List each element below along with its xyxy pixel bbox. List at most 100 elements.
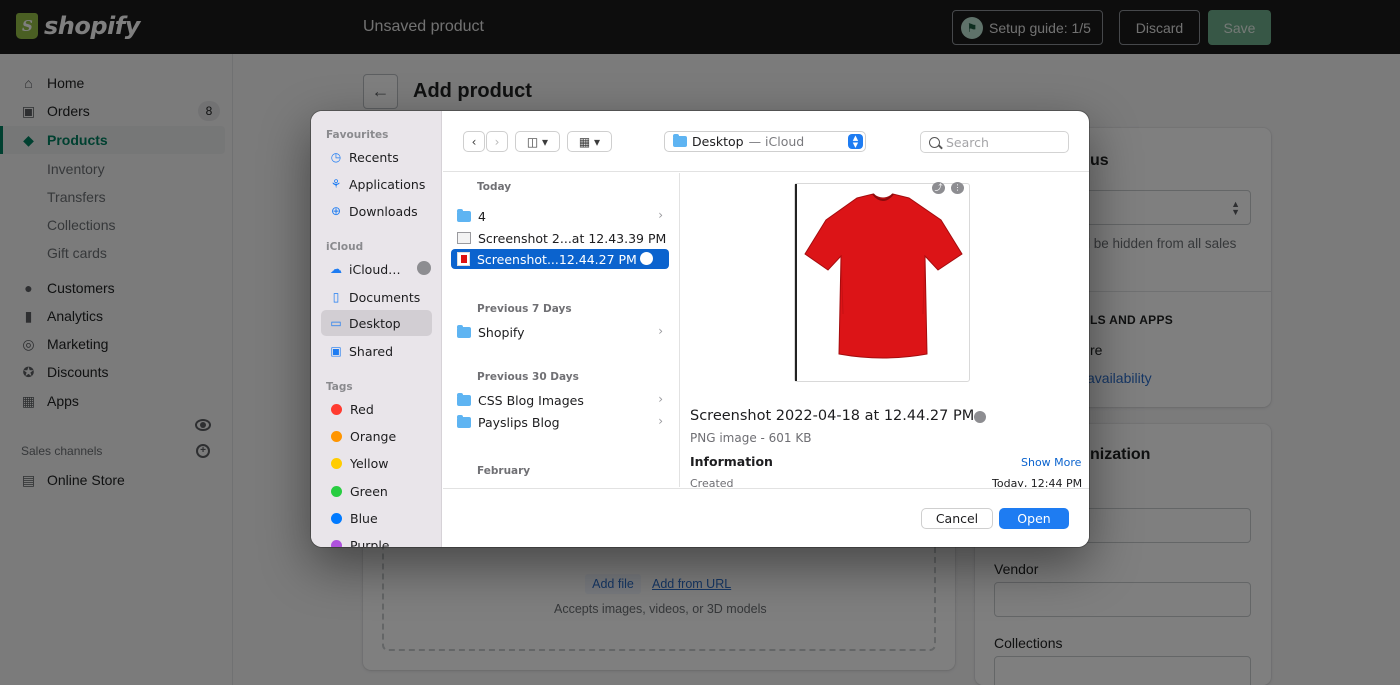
sidebar-item-label: Recents xyxy=(349,149,399,165)
group-prev7-heading: Previous 7 Days xyxy=(477,303,572,315)
forward-nav-button[interactable]: › xyxy=(486,131,508,152)
sidebar-tag-blue[interactable]: Blue xyxy=(321,505,432,531)
sidebar-item-documents[interactable]: ▯ Documents xyxy=(321,284,432,310)
show-more-link[interactable]: Show More xyxy=(1021,456,1081,469)
sidebar-item-shared[interactable]: ▣ Shared xyxy=(321,338,432,364)
sidebar-item-label: Desktop xyxy=(349,315,401,331)
image-file-icon xyxy=(457,232,471,244)
sidebar-item-label: Yellow xyxy=(350,455,389,471)
sidebar-item-label: Purple xyxy=(350,537,390,548)
dialog-sidebar: Favourites ◷ Recents ⚘ Applications ⊕ Do… xyxy=(311,111,442,547)
icloud-heading: iCloud xyxy=(326,241,364,253)
chevron-left-icon: ‹ xyxy=(471,134,477,149)
file-name: Screenshot...12.44.27 PM xyxy=(477,251,637,267)
created-label: Created xyxy=(690,477,734,487)
sidebar-item-label: Documents xyxy=(349,289,421,305)
icloud-status-icon xyxy=(974,411,986,423)
purple-tag-dot xyxy=(331,539,342,547)
preview-pane: ⤴ ⋮ Screenshot 2022-04-18 at 12.44.27 PM… xyxy=(680,173,1089,487)
file-name: Payslips Blog xyxy=(478,414,560,430)
information-heading: Information xyxy=(690,454,773,469)
columns-view-icon: ◫ ▾ xyxy=(526,134,549,149)
more-icon[interactable]: ⋮ xyxy=(951,182,964,194)
folder-icon xyxy=(457,392,471,406)
sidebar-item-applications[interactable]: ⚘ Applications xyxy=(321,171,432,197)
sidebar-item-downloads[interactable]: ⊕ Downloads xyxy=(321,198,432,224)
yellow-tag-dot xyxy=(331,457,342,469)
image-preview-thumbnail: ⤴ ⋮ xyxy=(794,182,970,382)
download-icon: ⊕ xyxy=(330,204,342,218)
folder-icon xyxy=(673,134,687,147)
dialog-footer: Cancel Open xyxy=(443,488,1089,547)
cloud-icon: ☁ xyxy=(330,262,342,276)
dialog-toolbar: ‹ › ◫ ▾ ▦ ▾ Desktop — iCloud ▲ ▼ xyxy=(443,111,1089,172)
sidebar-tag-yellow[interactable]: Yellow xyxy=(321,450,432,476)
orange-tag-dot xyxy=(331,430,342,442)
preview-file-name: Screenshot 2022-04-18 at 12.44.27 PM xyxy=(690,408,975,424)
group-february-heading: February xyxy=(477,465,531,477)
open-button[interactable]: Open xyxy=(999,508,1069,529)
search-field[interactable] xyxy=(920,131,1069,153)
green-tag-dot xyxy=(331,485,342,497)
file-row-folder-4[interactable]: 4 › xyxy=(451,206,669,226)
sidebar-item-icloud-drive[interactable]: ☁ iCloud… xyxy=(321,256,432,282)
png-file-icon xyxy=(457,252,470,266)
file-row-folder-payslips-blog[interactable]: Payslips Blog › xyxy=(451,412,669,432)
sidebar-tag-green[interactable]: Green xyxy=(321,478,432,504)
search-input[interactable] xyxy=(946,134,1056,150)
clock-icon: ◷ xyxy=(330,150,342,164)
sidebar-item-label: Shared xyxy=(349,343,394,359)
file-open-dialog: Favourites ◷ Recents ⚘ Applications ⊕ Do… xyxy=(311,111,1089,547)
tags-heading: Tags xyxy=(326,381,353,393)
file-row-folder-shopify[interactable]: Shopify › xyxy=(451,322,669,342)
chevron-right-icon: › xyxy=(658,414,663,428)
cancel-button[interactable]: Cancel xyxy=(921,508,993,529)
file-name: Shopify xyxy=(478,324,525,340)
sidebar-item-label: Orange xyxy=(350,428,397,444)
sidebar-tag-orange[interactable]: Orange xyxy=(321,423,432,449)
group-by-button[interactable]: ▦ ▾ xyxy=(567,131,612,152)
sidebar-item-desktop[interactable]: ▭ Desktop xyxy=(321,310,432,336)
location-sub: — iCloud xyxy=(748,134,805,149)
view-mode-button[interactable]: ◫ ▾ xyxy=(515,131,560,152)
group-prev30-heading: Previous 30 Days xyxy=(477,371,579,383)
file-row-screenshot-2-selected[interactable]: Screenshot...12.44.27 PM xyxy=(451,249,669,269)
folder-icon xyxy=(457,324,471,338)
applications-icon: ⚘ xyxy=(330,177,342,191)
download-progress-icon xyxy=(640,252,653,265)
thumbnail-edge xyxy=(795,184,797,381)
sidebar-item-label: iCloud… xyxy=(349,261,401,277)
back-nav-button[interactable]: ‹ xyxy=(463,131,485,152)
sidebar-item-label: Downloads xyxy=(349,203,418,219)
chevron-right-icon: › xyxy=(658,392,663,406)
search-icon xyxy=(929,136,940,148)
sidebar-tag-purple[interactable]: Purple xyxy=(321,532,432,547)
preview-file-meta: PNG image - 601 KB xyxy=(690,431,812,445)
sidebar-item-label: Blue xyxy=(350,510,378,526)
file-list-column: Today 4 › Screenshot 2...at 12.43.39 PM … xyxy=(443,173,680,487)
group-today-heading: Today xyxy=(477,181,512,193)
chevron-right-icon: › xyxy=(658,324,663,338)
blue-tag-dot xyxy=(331,512,342,524)
popup-stepper-icon: ▲ ▼ xyxy=(848,134,863,149)
file-row-folder-css-blog-images[interactable]: CSS Blog Images › xyxy=(451,390,669,410)
grid-view-icon: ▦ ▾ xyxy=(578,134,601,149)
desktop-icon: ▭ xyxy=(330,316,342,330)
sidebar-tag-red[interactable]: Red xyxy=(321,396,432,422)
sidebar-item-label: Applications xyxy=(349,176,426,192)
chevron-right-icon: › xyxy=(494,134,500,149)
folder-icon xyxy=(457,414,471,428)
location-popup[interactable]: Desktop — iCloud ▲ ▼ xyxy=(664,131,866,152)
file-name: 4 xyxy=(478,208,486,224)
share-icon[interactable]: ⤴ xyxy=(932,182,945,194)
file-row-screenshot-1[interactable]: Screenshot 2...at 12.43.39 PM xyxy=(451,228,669,248)
file-name: CSS Blog Images xyxy=(478,392,584,408)
document-icon: ▯ xyxy=(332,290,340,304)
sidebar-item-recents[interactable]: ◷ Recents xyxy=(321,144,432,170)
sidebar-item-label: Green xyxy=(350,483,388,499)
folder-icon xyxy=(457,208,471,222)
chevron-right-icon: › xyxy=(658,208,663,222)
sync-progress-icon xyxy=(417,261,431,275)
file-name: Screenshot 2...at 12.43.39 PM xyxy=(478,230,667,246)
red-tag-dot xyxy=(331,403,342,415)
